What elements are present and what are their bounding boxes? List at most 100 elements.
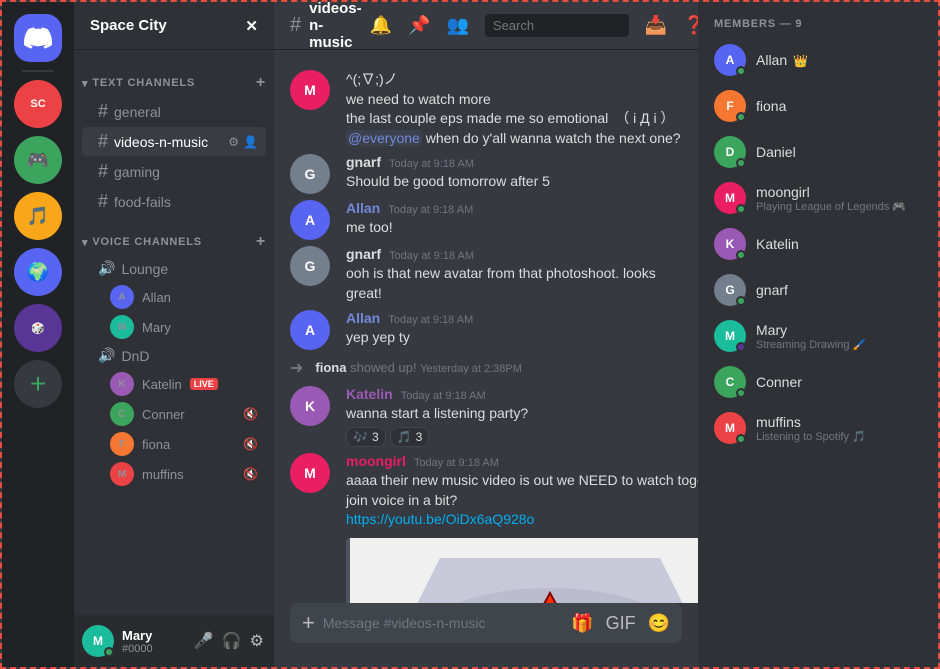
message-author[interactable]: gnarf: [346, 246, 381, 262]
message-author[interactable]: Allan: [346, 200, 380, 216]
inbox-icon[interactable]: 📥: [645, 15, 667, 36]
avatar: F: [110, 432, 134, 456]
emoji-icon[interactable]: 😊: [648, 613, 670, 634]
chevron-icon: ▾: [82, 77, 88, 90]
chat-header-icons: 🔔 📌 👥 📥 ❓: [370, 14, 698, 37]
pin-icon[interactable]: 📌: [408, 15, 430, 36]
settings-icon[interactable]: ⚙: [248, 629, 266, 653]
add-attachment-button[interactable]: +: [302, 610, 315, 636]
member-item-moongirl[interactable]: M moongirl Playing League of Legends 🎮: [706, 176, 930, 220]
channel-hash-icon: #: [290, 14, 301, 37]
voice-channel-header-lounge[interactable]: 🔊 Lounge: [82, 256, 266, 281]
settings-icon[interactable]: ⚙: [228, 135, 239, 149]
microphone-icon[interactable]: 🎤: [192, 629, 216, 653]
member-item-katelin[interactable]: K Katelin: [706, 222, 930, 266]
channel-item-gaming[interactable]: # gaming: [82, 157, 266, 186]
message-input[interactable]: [323, 603, 563, 643]
voice-channels-category[interactable]: ▾ VOICE CHANNELS +: [74, 217, 274, 255]
message-author[interactable]: Katelin: [346, 386, 393, 402]
user-plus-icon[interactable]: 👤: [243, 135, 258, 149]
avatar: G: [290, 246, 330, 286]
member-name: Allan 👑: [756, 52, 922, 68]
message-author[interactable]: Allan: [346, 310, 380, 326]
member-info: muffins Listening to Spotify 🎵: [756, 414, 922, 443]
members-icon[interactable]: 👥: [446, 15, 468, 36]
youtube-link[interactable]: https://youtu.be/OiDx6aQ928o: [346, 511, 534, 527]
channel-item-videos-n-music[interactable]: # videos-n-music ⚙ 👤: [82, 127, 266, 156]
live-badge: LIVE: [190, 378, 218, 390]
help-icon[interactable]: ❓: [683, 15, 698, 36]
message-author[interactable]: moongirl: [346, 453, 406, 469]
member-name: fiona: [756, 98, 922, 114]
voice-channel-header-dnd[interactable]: 🔊 DnD: [82, 343, 266, 368]
chat-channel-name: videos-n-music: [309, 2, 362, 51]
member-item-gnarf[interactable]: G gnarf: [706, 268, 930, 312]
chevron-down-icon: ✕: [245, 17, 258, 35]
chevron-icon: ▾: [82, 236, 88, 249]
avatar: F: [714, 90, 746, 122]
voice-user-fiona[interactable]: F fiona 🔇: [82, 430, 266, 458]
message: G gnarf Today at 9:18 AM ooh is that new…: [274, 244, 698, 305]
mention[interactable]: @everyone: [346, 130, 422, 146]
message-text: Should be good tomorrow after 5: [346, 172, 682, 192]
muted-icon: 🔇: [243, 407, 258, 421]
member-info: Mary Streaming Drawing 🖌️: [756, 322, 922, 351]
voice-user-katelin[interactable]: K Katelin LIVE: [82, 370, 266, 398]
user-panel: M Mary #0000 🎤 🎧 ⚙: [74, 615, 274, 667]
member-item-muffins[interactable]: M muffins Listening to Spotify 🎵: [706, 406, 930, 450]
message-text: ooh is that new avatar from that photosh…: [346, 264, 682, 303]
add-channel-icon[interactable]: +: [256, 74, 266, 92]
add-voice-channel-icon[interactable]: +: [256, 233, 266, 251]
search-input[interactable]: [485, 14, 629, 37]
server-icon-3[interactable]: 🎵: [14, 192, 62, 240]
member-name: gnarf: [756, 282, 922, 298]
headphones-icon[interactable]: 🎧: [220, 629, 244, 653]
avatar: D: [714, 136, 746, 168]
reactions: 🎶3 🎵3: [346, 427, 682, 447]
server-header[interactable]: Space City ✕: [74, 2, 274, 50]
message-content: ^(;∇;)ノwe need to watch morethe last cou…: [346, 70, 682, 148]
member-item-daniel[interactable]: D Daniel: [706, 130, 930, 174]
voice-user-muffins[interactable]: M muffins 🔇: [82, 460, 266, 488]
message-content: Katelin Today at 9:18 AM wanna start a l…: [346, 386, 682, 448]
avatar: C: [110, 402, 134, 426]
server-icon-4[interactable]: 🌍: [14, 248, 62, 296]
server-icon-discord[interactable]: [14, 14, 62, 62]
bell-icon[interactable]: 🔔: [370, 15, 392, 36]
member-item-mary[interactable]: M Mary Streaming Drawing 🖌️: [706, 314, 930, 358]
members-sidebar: MEMBERS — 9 A Allan 👑 F fiona D: [698, 2, 938, 667]
server-icon-2[interactable]: 🎮: [14, 136, 62, 184]
text-channels-category[interactable]: ▾ TEXT CHANNELS +: [74, 58, 274, 96]
reaction-emoji: 🎶: [353, 430, 368, 444]
status-indicator: [736, 158, 746, 168]
member-item-conner[interactable]: C Conner: [706, 360, 930, 404]
member-item-allan[interactable]: A Allan 👑: [706, 38, 930, 82]
voice-user-conner[interactable]: C Conner 🔇: [82, 400, 266, 428]
gift-icon[interactable]: 🎁: [571, 613, 593, 634]
member-info: Katelin: [756, 236, 922, 252]
add-server-button[interactable]: +: [14, 360, 62, 408]
message-author[interactable]: gnarf: [346, 154, 381, 170]
server-icon-5[interactable]: 🎲: [14, 304, 62, 352]
member-name: Daniel: [756, 144, 922, 160]
reaction[interactable]: 🎵3: [390, 427, 430, 447]
voice-user-mary[interactable]: M Mary: [82, 313, 266, 341]
message-timestamp: Today at 9:18 AM: [389, 158, 474, 170]
server-icon-1[interactable]: SC: [14, 80, 62, 128]
member-status: Playing League of Legends 🎮: [756, 200, 922, 213]
messages-area[interactable]: M ^(;∇;)ノwe need to watch morethe last c…: [274, 50, 698, 603]
hash-icon: #: [98, 191, 108, 212]
voice-user-allan[interactable]: A Allan: [82, 283, 266, 311]
avatar: G: [714, 274, 746, 306]
member-item-fiona[interactable]: F fiona: [706, 84, 930, 128]
message-text: ^(;∇;)ノwe need to watch morethe last cou…: [346, 70, 682, 148]
reaction[interactable]: 🎶3: [346, 427, 386, 447]
member-name: Mary: [756, 322, 922, 338]
channel-item-food-fails[interactable]: # food-fails: [82, 187, 266, 216]
message: G gnarf Today at 9:18 AM Should be good …: [274, 152, 698, 196]
avatar: G: [290, 154, 330, 194]
channel-item-general[interactable]: # general: [82, 97, 266, 126]
member-info: moongirl Playing League of Legends 🎮: [756, 184, 922, 213]
gif-icon[interactable]: GIF: [606, 613, 636, 634]
avatar: M: [290, 453, 330, 493]
